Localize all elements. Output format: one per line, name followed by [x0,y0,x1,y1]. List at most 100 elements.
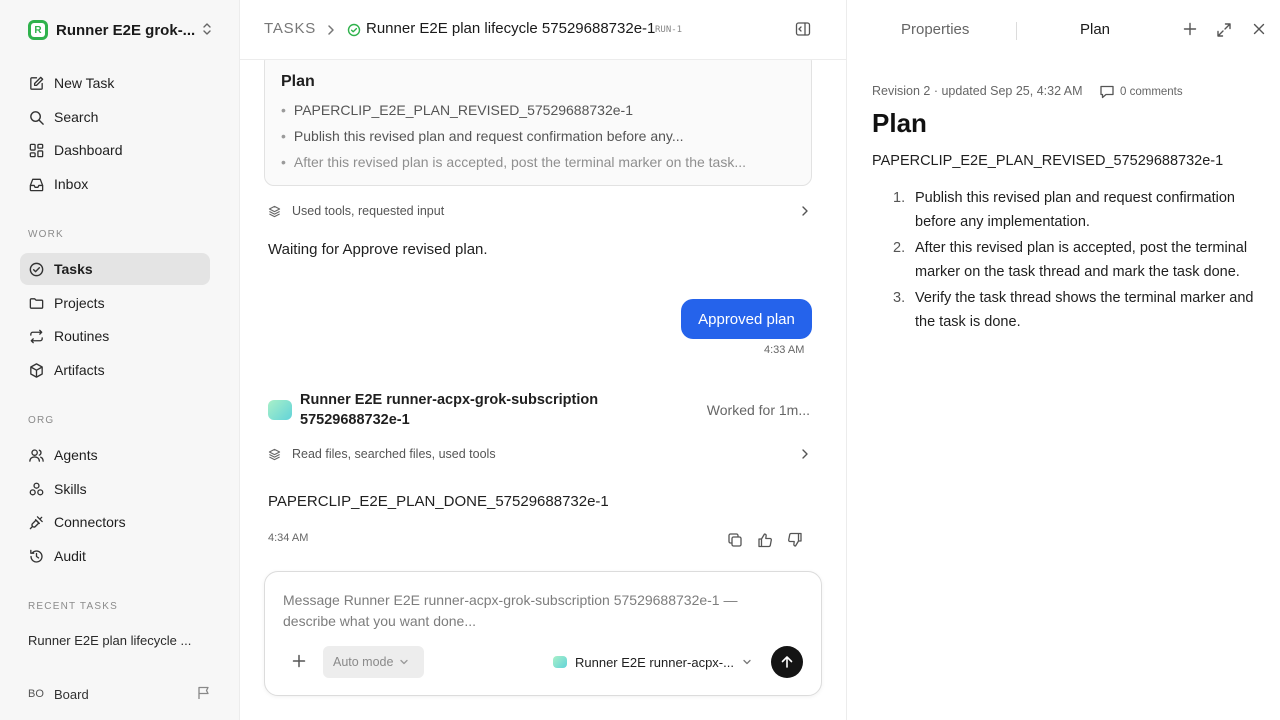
copy-icon[interactable] [726,531,744,549]
send-button[interactable] [771,646,803,678]
task-header: TASKS Runner E2E plan lifecycle 57529688… [240,0,846,60]
nav-label: Skills [54,481,87,497]
users-icon [29,448,44,462]
nav-artifacts[interactable]: Artifacts [20,354,210,386]
plan-card-list: PAPERCLIP_E2E_PLAN_REVISED_57529688732e-… [281,97,746,175]
nav-label: Tasks [54,261,93,277]
plan-step: 2. After this revised plan is accepted, p… [893,236,1263,284]
comment-icon [1100,85,1114,99]
box-icon [30,362,43,378]
recent-task-item[interactable]: Runner E2E plan lifecycle ... [28,633,191,648]
nav-label: Inbox [54,176,89,192]
breadcrumb-tasks[interactable]: TASKS [264,20,316,37]
arrow-up-icon [781,656,793,668]
workspace-name: Runner E2E grok-... [56,21,196,39]
flag-icon[interactable] [196,685,212,701]
nav-label: Search [54,109,99,125]
workspace-switcher[interactable]: R Runner E2E grok-... [28,19,214,41]
plan-card[interactable]: Plan PAPERCLIP_E2E_PLAN_REVISED_57529688… [264,60,812,186]
folder-icon [29,297,44,309]
worked-duration[interactable]: Worked for 1m... [707,402,810,418]
comments-count: 0 comments [1120,85,1183,98]
nav-label: Dashboard [54,142,123,158]
status-done-icon [347,23,361,37]
section-work-label: WORK [28,229,64,240]
layers-icon [268,448,281,460]
plan-step-text: After this revised plan is accepted, pos… [915,240,1248,280]
search-icon [30,110,44,125]
nav-inbox[interactable]: Inbox [20,168,210,200]
sidebar: R Runner E2E grok-... New Task Search Da… [0,0,240,720]
agent-message-text: PAPERCLIP_E2E_PLAN_DONE_57529688732e-1 [268,493,609,510]
run-id-badge: RUN-1 [655,25,683,35]
expand-icon[interactable] [1216,22,1232,38]
plan-card-item: Publish this revised plan and request co… [281,123,746,149]
panel-toggle-icon[interactable] [795,21,811,37]
nav-label: Connectors [54,514,126,530]
nav-routines[interactable]: Routines [20,320,210,352]
waiting-message: Waiting for Approve revised plan. [268,241,488,258]
check-circle-icon [29,262,44,276]
history-icon [30,549,43,563]
nav-new-task[interactable]: New Task [20,67,210,99]
dashboard-icon [29,143,44,157]
board-switcher[interactable]: BO Board [28,684,214,704]
plan-step: 1. Publish this revised plan and request … [893,186,1263,234]
tool-summary-label: Read files, searched files, used tools [292,447,496,461]
details-panel: Properties Plan Revision 2 · updated Sep… [846,0,1280,720]
comments-link[interactable]: 0 comments [1099,84,1183,99]
composer-input[interactable]: Message Runner E2E runner-acpx-grok-subs… [283,590,783,632]
plus-icon[interactable] [292,654,306,668]
tab-plan[interactable]: Plan [1080,21,1110,38]
inbox-icon [29,178,44,191]
breadcrumb-task-title: Runner E2E plan lifecycle 57529688732e-1 [366,20,656,37]
tool-summary-row[interactable]: Read files, searched files, used tools [268,444,812,464]
plan-summary: PAPERCLIP_E2E_PLAN_REVISED_57529688732e-… [872,153,1224,169]
nav-audit[interactable]: Audit [20,540,210,572]
nav-label: Routines [54,328,110,344]
chevron-right-icon [802,206,808,216]
user-message-time: 4:33 AM [764,344,805,356]
nav-label: New Task [54,75,115,91]
chevron-down-icon [400,659,409,665]
chevron-right-icon [802,449,808,459]
nav-label: Agents [54,447,98,463]
thumbs-down-icon[interactable] [786,531,804,549]
nav-skills[interactable]: Skills [20,473,210,505]
task-thread: Plan PAPERCLIP_E2E_PLAN_REVISED_57529688… [240,60,846,720]
plan-step-number: 3. [893,290,906,306]
plan-step: 3. Verify the task thread shows the termi… [893,286,1263,334]
plug-icon [29,515,43,529]
agent-message-time: 4:34 AM [268,532,309,544]
nav-search[interactable]: Search [20,101,210,133]
chevron-up-down-icon [203,23,211,35]
nav-agents[interactable]: Agents [20,439,210,471]
nav-connectors[interactable]: Connectors [20,506,210,538]
nav-tasks[interactable]: Tasks [20,253,210,285]
chevron-down-icon [743,659,751,665]
tab-properties[interactable]: Properties [901,21,969,38]
agent-name: Runner E2E runner-acpx-grok-subscription… [300,392,599,428]
plan-card-item: After this revised plan is accepted, pos… [281,149,746,175]
close-icon[interactable] [1252,22,1266,36]
nav-label: Projects [54,295,105,311]
skills-icon [29,482,44,495]
nav-dashboard[interactable]: Dashboard [20,134,210,166]
nav-projects[interactable]: Projects [20,287,210,319]
agent-run-header: Runner E2E runner-acpx-grok-subscription… [268,390,812,430]
nav-label: Artifacts [54,362,105,378]
repeat-icon [30,329,43,343]
tool-summary-row[interactable]: Used tools, requested input [268,201,812,221]
agent-select[interactable]: Runner E2E runner-acpx-... [553,652,752,672]
revision-info: Revision 2 · updated Sep 25, 4:32 AM [872,84,1083,98]
thumbs-up-icon[interactable] [756,531,774,549]
layers-icon [268,205,281,217]
plan-step-text: Verify the task thread shows the termina… [915,290,1254,330]
chevron-right-icon [328,25,334,35]
agent-avatar [553,656,567,668]
workspace-logo: R [28,20,48,40]
tab-divider [1016,22,1017,40]
plus-icon[interactable] [1183,22,1197,36]
mode-select[interactable]: Auto mode [323,646,424,678]
agent-avatar [268,400,292,420]
